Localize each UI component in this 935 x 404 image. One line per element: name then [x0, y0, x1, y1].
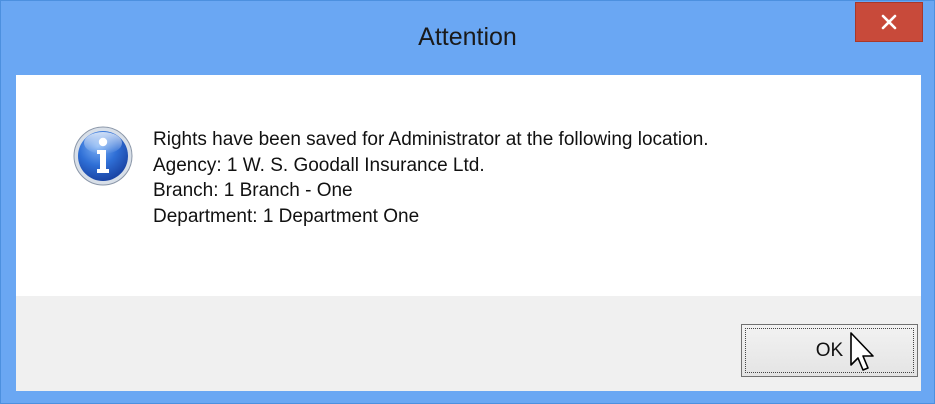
attention-dialog: Attention Rights have been saved for Adm… [0, 0, 935, 404]
message-line: Department: 1 Department One [153, 205, 420, 227]
message-line: Agency: 1 W. S. Goodall Insurance Ltd. [153, 154, 485, 176]
message-text: Rights have been saved for Administrator… [153, 127, 709, 229]
mouse-pointer-icon [850, 332, 874, 371]
close-button[interactable] [855, 2, 923, 42]
button-bar: OK [16, 296, 921, 391]
message-line: Branch: 1 Branch - One [153, 180, 353, 201]
message-area: Rights have been saved for Administrator… [16, 75, 921, 296]
ok-button[interactable]: OK [741, 324, 918, 377]
dialog-client-area: Rights have been saved for Administrator… [16, 75, 921, 391]
close-icon [881, 14, 897, 30]
info-icon [73, 126, 133, 186]
message-line: Rights have been saved for Administrator… [153, 129, 709, 150]
dialog-title: Attention [418, 23, 517, 51]
title-bar[interactable]: Attention [1, 1, 934, 75]
